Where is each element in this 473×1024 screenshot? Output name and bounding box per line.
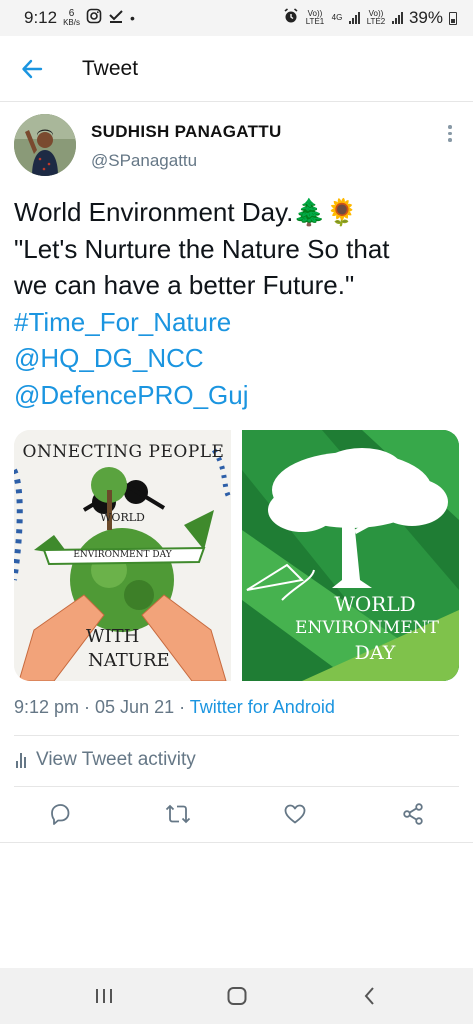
instagram-icon: [86, 8, 102, 29]
battery-icon: [449, 11, 457, 25]
avatar[interactable]: [14, 114, 76, 176]
tweet-media: ONNECTING PEOPLE WORLD ENVIRONMENT DAY W…: [14, 430, 459, 681]
download-done-icon: [108, 8, 124, 29]
network-speed-unit: KB/s: [63, 18, 80, 27]
lte2-indicator: Vo)) LTE2: [366, 9, 386, 26]
more-vertical-icon: [448, 125, 452, 129]
signal-2-icon: [391, 12, 403, 24]
tweet-line: we can have a better Future.": [14, 270, 355, 300]
system-nav-bar: [0, 968, 473, 1024]
home-button[interactable]: [222, 982, 252, 1010]
tweet-line: World Environment Day.🌲🌻: [14, 197, 359, 227]
hashtag-link[interactable]: #Time_For_Nature: [14, 304, 464, 341]
retweet-icon: [165, 804, 191, 824]
media-image-right[interactable]: WORLD ENVIRONMENT DAY: [242, 430, 459, 681]
mention-link[interactable]: @HQ_DG_NCC: [14, 340, 464, 377]
view-activity-button[interactable]: View Tweet activity: [16, 749, 196, 771]
signal-1-icon: [348, 12, 360, 24]
media-left-ribbon-top: WORLD: [100, 511, 145, 524]
mention-link[interactable]: @DefencePRO_Guj: [14, 377, 464, 414]
divider: [0, 842, 473, 843]
media-left-caption-bottom: NATURE: [88, 650, 170, 671]
media-right-line3: DAY: [354, 642, 396, 664]
tweet-line: "Let's Nurture the Nature So that: [14, 233, 390, 264]
alarm-icon: [283, 7, 299, 29]
author-name[interactable]: SUDHISH PANAGATTU: [91, 122, 282, 142]
back-button[interactable]: [0, 36, 64, 102]
tweet-text: World Environment Day.🌲🌻 "Let's Nurture …: [14, 194, 464, 413]
network-speed: 6 KB/s: [63, 9, 80, 27]
media-left-ribbon-bottom: ENVIRONMENT DAY: [73, 550, 172, 560]
4g-indicator: 4G: [331, 13, 343, 22]
media-left-title: ONNECTING PEOPLE: [22, 442, 225, 462]
arrow-left-icon: [22, 59, 43, 78]
notification-dot-icon: •: [130, 10, 135, 26]
more-options-button[interactable]: [440, 122, 460, 146]
page-title: Tweet: [82, 56, 139, 80]
view-activity-label: View Tweet activity: [36, 749, 196, 770]
reply-button[interactable]: [45, 799, 75, 829]
tweet-source-link[interactable]: Twitter for Android: [190, 697, 335, 717]
heart-icon: [284, 804, 306, 824]
battery-percent: 39%: [408, 8, 443, 27]
tweet-actions: [0, 798, 473, 834]
reply-icon: [51, 804, 70, 825]
share-icon: [403, 803, 423, 825]
tweet-meta: 9:12 pm · 05 Jun 21 · Twitter for Androi…: [14, 697, 335, 718]
media-right-line2: ENVIRONMENT: [295, 618, 439, 638]
recent-apps-button[interactable]: [89, 982, 119, 1010]
lte1-indicator: Vo)) LTE1: [305, 9, 325, 26]
share-button[interactable]: [398, 799, 428, 829]
tweet-timestamp: 9:12 pm · 05 Jun 21 ·: [14, 697, 190, 717]
retweet-button[interactable]: [163, 799, 193, 829]
chevron-left-icon: [364, 987, 374, 1005]
app-bar: Tweet: [0, 36, 473, 102]
analytics-icon: [16, 752, 26, 768]
status-bar: 9:12 6 KB/s • Vo)) LTE1 4G Vo)) LTE2 39%: [0, 0, 473, 36]
back-nav-button[interactable]: [355, 982, 385, 1010]
media-image-left[interactable]: ONNECTING PEOPLE WORLD ENVIRONMENT DAY W…: [14, 430, 231, 681]
media-right-line1: WORLD: [334, 592, 416, 616]
home-icon: [227, 987, 247, 1005]
divider: [14, 735, 459, 736]
status-time: 9:12: [24, 8, 58, 27]
media-left-caption-top: WITH: [86, 626, 140, 647]
like-button[interactable]: [280, 799, 310, 829]
recent-apps-icon: [96, 989, 112, 1003]
author-handle[interactable]: @SPanagattu: [91, 151, 197, 171]
divider: [14, 786, 459, 787]
